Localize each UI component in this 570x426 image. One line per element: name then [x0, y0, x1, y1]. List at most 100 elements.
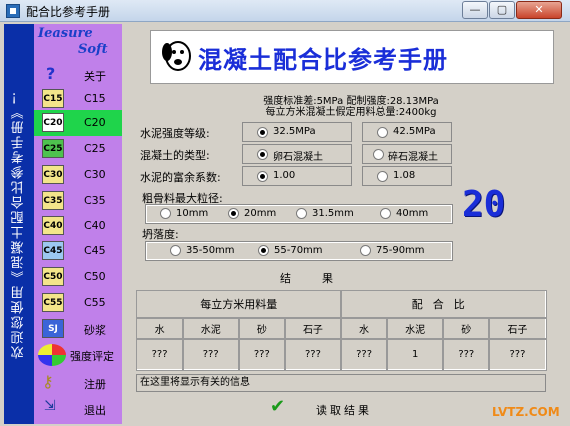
- radio-icon: [296, 208, 307, 219]
- c20-icon: C20: [42, 113, 64, 132]
- sidebar-item-about[interactable]: ? 关于: [34, 62, 122, 88]
- c35-icon: C35: [42, 191, 64, 210]
- sidebar-item-label: C40: [84, 219, 106, 232]
- c45-icon: C45: [42, 241, 64, 260]
- result-cell: ???: [488, 337, 547, 371]
- app-heading: 混凝土配合比参考手册: [198, 46, 448, 74]
- minimize-button[interactable]: —: [462, 1, 488, 19]
- sidebar-item-c55[interactable]: C55 C55: [34, 290, 122, 316]
- aggregate-size-label: 粗骨料最大粒径:: [142, 192, 223, 205]
- maximize-button[interactable]: ▢: [489, 1, 515, 19]
- column-header: 石子: [488, 316, 547, 340]
- radio-icon: [377, 171, 388, 182]
- concrete-type-row: 混凝土的类型: 卵石混凝土 碎石混凝土: [138, 144, 452, 164]
- column-header: 石子: [283, 316, 342, 340]
- radio-selected-icon: [257, 171, 268, 182]
- material-total-info: 每立方米混凝土假定用料总量:2400kg: [265, 107, 437, 118]
- sidebar-item-register[interactable]: ⚷ 注册: [34, 370, 122, 396]
- radio-selected-icon: [228, 208, 239, 219]
- cement-factor-label: 水泥的富余系数:: [140, 171, 221, 184]
- result-cell: 1: [386, 337, 445, 371]
- c40-icon: C40: [42, 216, 64, 235]
- concrete-type-pebble-option[interactable]: 卵石混凝土: [242, 144, 352, 164]
- cement-factor-108-option[interactable]: 1.08: [362, 166, 452, 186]
- radio-icon: [377, 127, 388, 138]
- result-cell: ???: [339, 337, 389, 371]
- dog-logo-icon: [162, 41, 191, 71]
- grade-display: 20: [462, 184, 506, 225]
- cement-grade-row: 水泥强度等级: 32.5MPa 42.5MPa: [138, 122, 452, 142]
- sidebar-item-label: 退出: [84, 404, 106, 417]
- radio-icon: [360, 245, 371, 256]
- aggregate-20mm-option[interactable]: 20mm: [228, 205, 288, 223]
- column-header: 水: [135, 316, 184, 340]
- c50-icon: C50: [42, 267, 64, 286]
- sidebar-item-exit[interactable]: ⇲ 退出: [34, 396, 122, 422]
- sidebar-item-strength-eval[interactable]: 强度评定: [34, 342, 122, 368]
- sidebar-item-c40[interactable]: C40 C40: [34, 213, 122, 239]
- results-table: 每立方米用料量 配合比 水 水泥 砂 石子 水 水泥 砂 石子 ??? ??? …: [135, 289, 547, 371]
- window-title: 配合比参考手册: [26, 5, 111, 19]
- sidebar-item-label: C15: [84, 92, 106, 105]
- logo-text-line2: Soft: [78, 42, 108, 57]
- sidebar-item-c50[interactable]: C50 C50: [34, 264, 122, 290]
- radio-icon: [380, 208, 391, 219]
- sidebar-item-mortar[interactable]: SJ 砂浆: [34, 316, 122, 342]
- sidebar-item-label: C55: [84, 296, 106, 309]
- results-title: 结 果: [280, 272, 343, 285]
- sidebar-item-label: C20: [84, 116, 106, 129]
- pie-chart-icon: [38, 344, 66, 366]
- radio-selected-icon: [257, 127, 268, 138]
- exit-icon: ⇲: [44, 398, 56, 414]
- c15-icon: C15: [42, 89, 64, 108]
- aggregate-31mm-option[interactable]: 31.5mm: [296, 205, 366, 223]
- welcome-text: 欢迎您使用《混凝土配合比参考手册》！: [11, 89, 27, 359]
- concrete-type-gravel-option[interactable]: 碎石混凝土: [362, 144, 452, 164]
- sidebar-item-label: 注册: [84, 378, 106, 391]
- column-header: 水泥: [386, 316, 445, 340]
- cement-grade-42-option[interactable]: 42.5MPa: [362, 122, 452, 142]
- aggregate-40mm-option[interactable]: 40mm: [380, 205, 440, 223]
- result-cell: ???: [135, 337, 184, 371]
- sidebar-item-label: C30: [84, 168, 106, 181]
- radio-icon: [160, 208, 171, 219]
- column-header: 砂: [237, 316, 286, 340]
- sidebar-item-c30[interactable]: C30 C30: [34, 162, 122, 188]
- sidebar-item-c35[interactable]: C35 C35: [34, 188, 122, 214]
- logo-text-line1: Ieasure: [38, 26, 93, 41]
- sidebar-item-c45[interactable]: C45 C45: [34, 238, 122, 264]
- sidebar-item-label: C35: [84, 194, 106, 207]
- sidebar-item-label: C25: [84, 142, 106, 155]
- message-box: 在这里将显示有关的信息: [136, 374, 546, 392]
- cement-factor-100-option[interactable]: 1.00: [242, 166, 352, 186]
- radio-selected-icon: [257, 149, 268, 160]
- slump-label: 坍落度:: [142, 228, 179, 241]
- sidebar-item-c20[interactable]: C20 C20: [34, 110, 122, 136]
- sidebar-item-label: 砂浆: [84, 324, 106, 337]
- radio-selected-icon: [258, 245, 269, 256]
- slump-35-50-option[interactable]: 35-50mm: [170, 242, 250, 260]
- sidebar-item-label: 强度评定: [70, 350, 114, 363]
- c30-icon: C30: [42, 165, 64, 184]
- checkmark-icon[interactable]: ✔: [270, 396, 285, 417]
- column-header: 水泥: [181, 316, 240, 340]
- slump-75-90-option[interactable]: 75-90mm: [360, 242, 440, 260]
- close-button[interactable]: ✕: [516, 1, 562, 19]
- sidebar-item-c15[interactable]: C15 C15: [34, 86, 122, 112]
- result-cell: ???: [442, 337, 491, 371]
- column-header: 水: [339, 316, 389, 340]
- watermark: LVTZ.COM: [492, 405, 560, 419]
- radio-icon: [170, 245, 181, 256]
- cement-factor-row: 水泥的富余系数: 1.00 1.08: [138, 166, 452, 186]
- sidebar-item-label: C50: [84, 270, 106, 283]
- result-cell: ???: [283, 337, 342, 371]
- cement-grade-label: 水泥强度等级:: [140, 127, 210, 140]
- sidebar-item-c25[interactable]: C25 C25: [34, 136, 122, 162]
- radio-icon: [373, 149, 384, 160]
- slump-55-70-option[interactable]: 55-70mm: [258, 242, 338, 260]
- c55-icon: C55: [42, 293, 64, 312]
- per-m3-usage-header: 每立方米用料量: [135, 289, 342, 319]
- cement-grade-32-option[interactable]: 32.5MPa: [242, 122, 352, 142]
- read-result-button[interactable]: 读取结果: [316, 402, 372, 418]
- aggregate-10mm-option[interactable]: 10mm: [160, 205, 220, 223]
